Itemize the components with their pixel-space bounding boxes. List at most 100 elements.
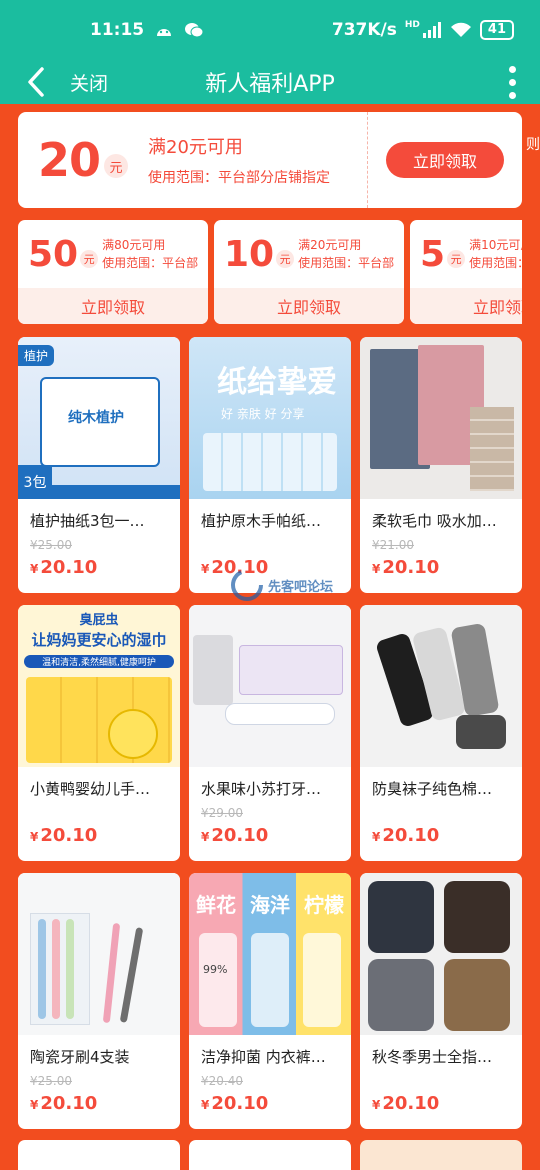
- small-coupon-condition: 满10元可用: [469, 238, 522, 252]
- watermark: 先客吧论坛: [230, 568, 333, 602]
- product-image-handkerchief: 纸给挚爱 好 亲肤 好 分享: [189, 337, 351, 499]
- small-coupon: 5 元 满10元可用使用范围：平台部 立即领取: [410, 220, 522, 324]
- product-name: 陶瓷牙刷4支装: [30, 1048, 130, 1066]
- signal-icon: [422, 22, 441, 38]
- more-menu-button[interactable]: [504, 60, 520, 104]
- small-coupon-amount: 10: [224, 233, 275, 275]
- product-image-gloves: [360, 873, 522, 1035]
- product-card[interactable]: 柔软毛巾 吸水加… ¥21.00 ¥20.10: [360, 337, 522, 593]
- original-price: [360, 1071, 522, 1091]
- top-bar: 11:15 737K/s HD 41 关闭 新人福利APP: [0, 0, 540, 104]
- product-card[interactable]: 纸给挚爱 好 亲肤 好 分享 植护原木手帕纸… ¥20.10: [189, 337, 351, 593]
- sale-price: ¥20.10: [30, 825, 98, 846]
- small-coupon-amount: 50: [28, 233, 79, 275]
- product-name: 小黄鸭婴幼儿手…: [30, 780, 151, 798]
- product-image-tissue: 植护 纯木植护 3包: [18, 337, 180, 499]
- watermark-logo-icon: [231, 569, 263, 601]
- product-name: 植护抽纸3包一…: [30, 512, 145, 530]
- back-button[interactable]: [16, 60, 56, 104]
- status-time: 11:15: [90, 20, 145, 40]
- coupon-amount: 20 元: [18, 133, 148, 187]
- product-name: 柔软毛巾 吸水加…: [372, 512, 497, 530]
- product-card[interactable]: 臭屁虫 让妈妈更安心的湿巾 温和清洁,柔然细腻,健康呵护 小黄鸭婴幼儿手… ¥2…: [18, 605, 180, 861]
- product-card[interactable]: 防臭袜子纯色棉… ¥20.10: [360, 605, 522, 861]
- product-percent-label: 99%: [203, 963, 228, 976]
- product-card[interactable]: 鲜花 海洋 柠檬 99% 洁净抑菌 内衣裤… ¥20.40 ¥20.10: [189, 873, 351, 1129]
- wipes-brand: 臭屁虫: [79, 613, 119, 628]
- small-coupon-condition: 满20元可用: [298, 238, 362, 252]
- small-coupon-claim-button[interactable]: 立即领取: [410, 288, 522, 324]
- product-name: 防臭袜子纯色棉…: [372, 780, 493, 798]
- scent-ocean: 海洋: [250, 893, 290, 917]
- original-price: ¥21.00: [372, 538, 414, 552]
- small-coupon-claim-button[interactable]: 立即领取: [214, 288, 404, 324]
- small-coupon-scope: 使用范围：平台部: [469, 256, 522, 270]
- small-coupon: 50 元 满80元可用 使用范围：平台部 立即领取: [18, 220, 208, 324]
- status-bar: 11:15 737K/s HD 41: [0, 0, 540, 60]
- chevron-left-icon: [28, 67, 44, 97]
- brand-tag: 植护: [18, 345, 55, 366]
- product-card-partial[interactable]: [189, 1140, 351, 1170]
- sale-price: ¥20.10: [372, 1093, 440, 1114]
- product-name: 洁净抑菌 内衣裤…: [201, 1048, 326, 1066]
- product-card[interactable]: 陶瓷牙刷4支装 ¥25.00 ¥20.10: [18, 873, 180, 1129]
- original-price: [18, 803, 180, 823]
- small-coupon-claim-button[interactable]: 立即领取: [18, 288, 208, 324]
- product-image-toothpaste: [189, 605, 351, 767]
- product-card[interactable]: 秋冬季男士全指… ¥20.10: [360, 873, 522, 1129]
- product-image-socks: [360, 605, 522, 767]
- coupon-divider: [367, 112, 368, 208]
- small-coupon: 10 元 满20元可用使用范围：平台部 立即领取: [214, 220, 404, 324]
- scent-lemon: 柠檬: [304, 893, 344, 917]
- product-image-wipes: 臭屁虫 让妈妈更安心的湿巾 温和清洁,柔然细腻,健康呵护: [18, 605, 180, 767]
- coupon-carousel[interactable]: 50 元 满80元可用 使用范围：平台部 立即领取 10 元 满20元可用 使用范围…: [18, 220, 522, 326]
- original-price: ¥29.00: [201, 806, 243, 820]
- product-name: 水果味小苏打牙…: [201, 780, 322, 798]
- product-name: 植护原木手帕纸…: [201, 512, 322, 530]
- wifi-icon: [450, 22, 471, 37]
- product-image-towel: [360, 337, 522, 499]
- coupon-amount-value: 20: [38, 133, 101, 187]
- handkerchief-slogan: 纸给挚爱: [217, 365, 337, 400]
- main-coupon: 20 元 满20元可用 使用范围：平台部分店铺指定 立即领取: [18, 112, 522, 208]
- sale-price: ¥20.10: [201, 1093, 269, 1114]
- android-icon: [157, 29, 172, 36]
- sale-price: ¥20.10: [372, 825, 440, 846]
- close-button[interactable]: 关闭: [70, 69, 108, 96]
- scent-floral: 鲜花: [196, 893, 236, 917]
- small-coupon-condition: 满80元可用: [102, 238, 166, 252]
- product-card[interactable]: 水果味小苏打牙… ¥29.00 ¥20.10: [189, 605, 351, 861]
- product-image-laundry: 鲜花 海洋 柠檬 99%: [189, 873, 351, 1035]
- original-price: ¥25.00: [30, 1074, 72, 1088]
- small-coupon-unit: 元: [80, 250, 99, 268]
- product-card-partial[interactable]: [18, 1140, 180, 1170]
- edge-text: 则: [526, 137, 540, 153]
- product-card[interactable]: 植护 纯木植护 3包 植护抽纸3包一… ¥25.00 ¥20.10: [18, 337, 180, 593]
- product-image-toothbrush: [18, 873, 180, 1035]
- coupon-condition: 满20元可用: [148, 137, 243, 158]
- coupon-unit: 元: [104, 154, 129, 178]
- claim-coupon-button[interactable]: 立即领取: [386, 142, 504, 178]
- nav-bar: 关闭 新人福利APP: [0, 60, 540, 104]
- small-coupon-unit: 元: [447, 250, 466, 268]
- net-speed: 737K/s: [331, 20, 397, 40]
- battery-indicator: 41: [479, 20, 514, 40]
- product-name: 秋冬季男士全指…: [372, 1048, 493, 1066]
- sale-price: ¥20.10: [30, 1093, 98, 1114]
- tissue-pack-label: 3包: [18, 465, 52, 499]
- wipes-slogan: 让妈妈更安心的湿巾: [31, 631, 167, 649]
- handkerchief-subtitle: 好 亲肤 好 分享: [221, 407, 305, 421]
- small-coupon-scope: 使用范围：平台部: [298, 256, 395, 270]
- original-price: ¥20.40: [201, 1074, 243, 1088]
- wipes-tagline: 温和清洁,柔然细腻,健康呵护: [24, 655, 174, 668]
- network-badge: HD: [404, 20, 420, 30]
- wechat-icon: [185, 23, 204, 38]
- watermark-text: 先客吧论坛: [268, 579, 334, 595]
- original-price: ¥25.00: [30, 538, 72, 552]
- sale-price: ¥20.10: [30, 557, 98, 578]
- original-price: [360, 803, 522, 823]
- product-card-partial[interactable]: [360, 1140, 522, 1170]
- tissue-brand-label: 纯木植护: [68, 410, 124, 426]
- original-price: [189, 535, 351, 555]
- small-coupon-unit: 元: [276, 250, 295, 268]
